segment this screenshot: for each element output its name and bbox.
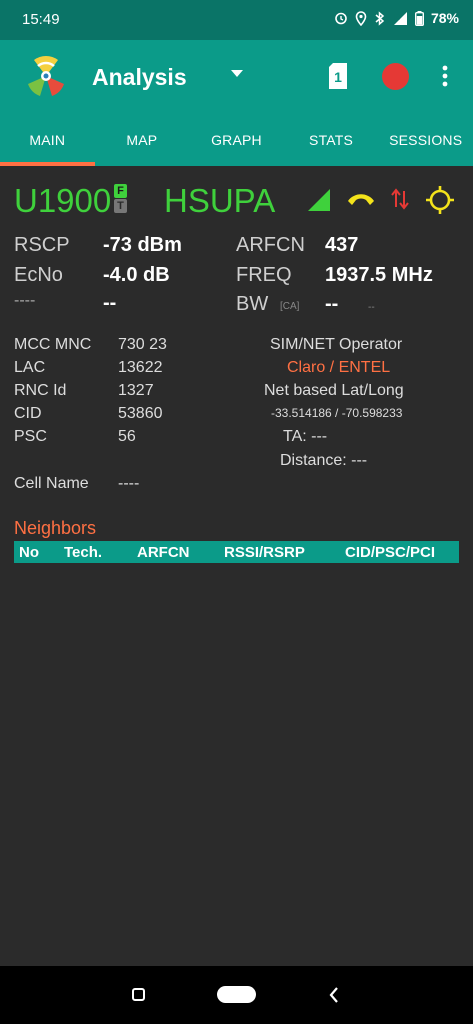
signal-roaming-icon: R [393,11,407,25]
status-time: 15:49 [22,11,60,28]
rscp-value: -73 dBm [103,234,182,256]
lac-value: 13622 [118,359,163,376]
col-tech: Tech. [64,544,103,561]
arfcn-label: ARFCN [236,234,305,256]
freq-label: FREQ [236,264,292,286]
status-icons: R 78% [334,10,459,26]
signal-strength-icon [308,189,330,211]
sim-slot-number: 1 [334,69,342,85]
ecno-value: -4.0 dB [103,264,170,286]
lac-label: LAC [14,359,46,376]
gps-fixed-icon[interactable] [425,185,455,215]
extra-label: ---- [14,292,36,309]
back-icon[interactable] [327,986,341,1004]
col-rssi-rsrp: RSSI/RSRP [224,544,305,561]
col-no: No [19,544,39,561]
tab-graph[interactable]: GRAPH [189,122,284,166]
distance-value: Distance: --- [280,452,368,469]
rnc-label: RNC Id [14,382,67,399]
battery-percent: 78% [430,10,459,26]
bw-unit: -- [368,302,375,313]
bw-label: BW [236,293,269,315]
extra-value: -- [103,292,117,314]
sim-card-icon: 1 [329,63,347,89]
technology-label: HSUPA [164,182,276,219]
col-arfcn: ARFCN [137,544,190,561]
bluetooth-icon [375,10,385,26]
app-title[interactable]: Analysis [92,64,187,91]
tab-bar: MAIN MAP GRAPH STATS SESSIONS [0,122,473,166]
band-label: U1900 [14,182,112,219]
bw-ca-tag: [CA] [280,301,300,312]
psc-label: PSC [14,428,47,445]
app-bar: Analysis 1 MAIN MAP GRAPH STATS SESSIONS [0,40,473,166]
status-bar: 15:49 R 78% [0,0,473,40]
recents-button[interactable] [132,988,145,1001]
tab-map[interactable]: MAP [95,122,190,166]
data-activity-icon [391,188,409,210]
svg-text:R: R [394,13,400,22]
sim-slot-button[interactable]: 1 [328,63,348,89]
cell-name-value: ---- [118,475,140,492]
arfcn-value: 437 [325,234,359,256]
record-button[interactable] [382,63,409,90]
cid-value: 53860 [118,405,163,422]
cid-label: CID [14,405,42,422]
location-icon [355,10,367,26]
neighbors-title: Neighbors [14,518,97,538]
badge-f: F [114,184,127,198]
home-button[interactable] [217,986,256,1003]
rscp-label: RSCP [14,234,70,256]
ta-value: TA: --- [283,428,328,445]
app-logo-icon [28,56,64,96]
serving-cell-header: U1900 F T HSUPA [14,180,464,224]
latlong-value: -33.514186 / -70.598233 [271,406,403,420]
ecno-label: EcNo [14,264,63,286]
sim-net-label: SIM/NET Operator [270,336,403,353]
call-end-icon [348,194,374,205]
ft-badges: F T [114,184,128,214]
rnc-value: 1327 [118,382,154,399]
chevron-down-icon[interactable] [230,69,244,79]
latlong-label: Net based Lat/Long [264,382,404,399]
tab-stats[interactable]: STATS [284,122,379,166]
operator-name: Claro / ENTEL [287,359,391,376]
tab-main[interactable]: MAIN [0,122,95,166]
col-cid-psc-pci: CID/PSC/PCI [345,544,436,561]
more-vert-icon[interactable] [437,64,453,88]
battery-icon [414,10,424,26]
badge-t: T [114,199,127,213]
navigation-bar [0,966,473,1024]
alarm-icon [335,12,347,25]
mcc-mnc-label: MCC MNC [14,336,92,353]
bw-value: -- [325,293,339,315]
tab-sessions[interactable]: SESSIONS [378,122,473,166]
neighbors-table-header: No Tech. ARFCN RSSI/RSRP CID/PSC/PCI [14,541,459,563]
cell-name-label: Cell Name [14,475,89,492]
psc-value: 56 [118,428,136,445]
mcc-mnc-value: 730 23 [118,336,167,353]
freq-value: 1937.5 MHz [325,264,433,286]
